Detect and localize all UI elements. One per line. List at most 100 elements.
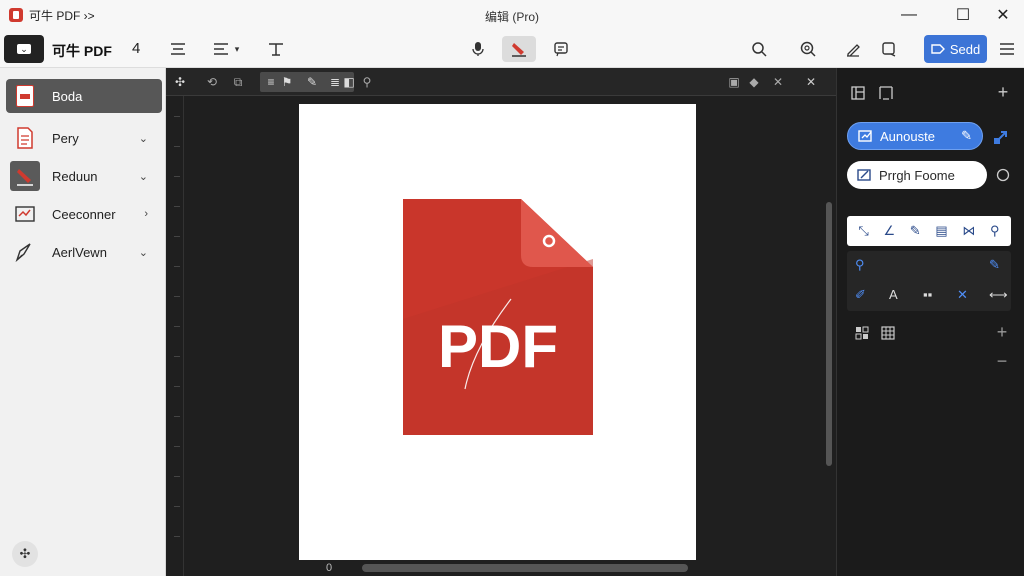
text-align-icon[interactable] [263, 36, 289, 62]
scroll-position: 0 [326, 562, 333, 574]
search-icon[interactable]: ⚲ [360, 73, 374, 91]
vertical-ruler [166, 96, 184, 576]
pen-icon[interactable]: ✎ [302, 73, 322, 91]
list-icon[interactable]: ≣ [328, 73, 342, 91]
highlight-icon[interactable] [502, 36, 536, 62]
table-icon[interactable] [879, 324, 897, 342]
title-bar: 可牛 PDF ›> 编辑 (Pro) — ☐ ✕ [0, 0, 1024, 30]
zoom-in-icon[interactable]: + [992, 322, 1012, 342]
sidebar-item-label: Boda [52, 88, 83, 104]
note-icon[interactable]: ▤ [935, 223, 947, 239]
canvas-toolbar: ✣ ⟲ ⧉ ≡ ⚑ ✎ ≣ ◧ ⚲ ▣ ◆ ✕ ✕ [166, 68, 836, 96]
settings-icon[interactable]: ✣ [12, 541, 38, 567]
eyedropper-icon[interactable]: ✎ [989, 257, 1000, 273]
grid-icon[interactable]: ▪▪ [923, 287, 932, 302]
flip-icon[interactable]: ⟷ [989, 287, 1008, 303]
list-dropdown-button[interactable]: ▾ [203, 36, 249, 62]
search-icon[interactable]: ⚲ [855, 257, 865, 273]
chevron-down-icon: ▾ [234, 43, 240, 54]
text-tool-icon[interactable]: A [889, 287, 898, 302]
chevron-down-icon: ⌄ [138, 132, 148, 145]
close-icon[interactable]: ✕ [770, 73, 786, 91]
pen-icon[interactable]: ✎ [910, 223, 921, 239]
shape-icon[interactable]: ⋈ [962, 223, 975, 239]
highlighter-icon [10, 161, 40, 191]
search-plus-icon[interactable] [795, 36, 821, 62]
brand-label: 可牛 PDF [52, 43, 112, 59]
sidebar-item-reduun[interactable]: Reduun ⌄ [6, 159, 162, 193]
chevron-right-icon: › [144, 208, 148, 220]
mic-icon[interactable] [465, 36, 491, 62]
annotate-label: Aunouste [880, 128, 935, 144]
list-icon [213, 43, 228, 55]
rotate-icon[interactable]: ⟲ [204, 73, 220, 91]
comment-icon[interactable] [548, 36, 574, 62]
menu-dropdown-button[interactable]: ⌄ [4, 35, 44, 63]
image-edit-icon [14, 201, 36, 227]
search-icon[interactable] [746, 36, 772, 62]
sidebar-item-label: Pery [52, 130, 79, 146]
text-icon[interactable]: ≡ [264, 73, 278, 91]
page-frame-button[interactable]: Prrgh Foome [847, 161, 987, 189]
share-icon[interactable] [876, 36, 902, 62]
pen-sign-icon [14, 239, 36, 265]
close-window-button[interactable]: ✕ [980, 0, 1024, 30]
flag-icon[interactable]: ⚑ [280, 73, 294, 91]
minimize-button[interactable]: — [886, 0, 932, 30]
page-number[interactable]: 4 [132, 40, 140, 57]
marker-icon[interactable]: ✐ [855, 287, 866, 303]
sidebar-item-label: Ceeconner [52, 206, 116, 222]
link-icon[interactable] [991, 127, 1011, 147]
snap-icon[interactable]: ✣ [172, 73, 188, 91]
crop-icon[interactable]: ⤡ [858, 223, 868, 239]
page-grid-icon[interactable] [853, 324, 871, 342]
tool-palette: ⚲ ✎ ✐ A ▪▪ ✕ ⟷ [847, 251, 1011, 311]
app-title[interactable]: 可牛 PDF ›> [29, 7, 95, 24]
app-logo-icon [9, 8, 23, 22]
sidebar-item-label: AerlVewn [52, 244, 107, 260]
annotation-tool-strip: ⤡ ∠ ✎ ▤ ⋈ ⚲ [847, 216, 1011, 246]
annotate-icon [858, 130, 872, 142]
left-sidebar: Boda Pery ⌄ Reduun ⌄ Ceeconner › AerlVew… [0, 68, 166, 576]
chevron-down-icon: ⌄ [138, 170, 148, 183]
sidebar-item-label: Reduun [52, 168, 98, 184]
copy-icon[interactable]: ⧉ [230, 73, 246, 91]
send-button[interactable]: Sedd [924, 35, 987, 63]
annotate-button[interactable]: Aunouste ✎ [847, 122, 983, 150]
sign-icon[interactable] [840, 36, 866, 62]
main-toolbar: ⌄ 可牛 PDF 4 ▾ Sedd [0, 30, 1024, 68]
align-icon[interactable] [165, 36, 191, 62]
right-panel: + Aunouste ✎ Prrgh Foome ⤡ ∠ ✎ ▤ ⋈ ⚲ ⚲ ✎… [836, 68, 1024, 576]
stamp-icon[interactable]: ⚲ [990, 223, 1000, 239]
line-icon[interactable]: ∠ [883, 223, 895, 239]
page-frame-label: Prrgh Foome [879, 167, 955, 183]
document-canvas: ✣ ⟲ ⧉ ≡ ⚑ ✎ ≣ ◧ ⚲ ▣ ◆ ✕ ✕ PDF 0 [166, 68, 836, 576]
sidebar-item-boda[interactable]: Boda [6, 79, 162, 113]
image-icon[interactable]: ▣ [726, 73, 742, 91]
frame-icon[interactable] [877, 84, 895, 102]
frame-edit-icon [857, 169, 871, 181]
tag-icon[interactable]: ◧ [342, 73, 356, 91]
horizontal-scrollbar[interactable] [362, 564, 688, 572]
vertical-scrollbar[interactable] [826, 202, 832, 466]
close-panel-icon[interactable]: ✕ [803, 73, 819, 91]
more-menu-icon[interactable] [994, 36, 1020, 62]
pdf-page[interactable]: PDF [299, 104, 696, 560]
pdf-doc-icon [14, 83, 36, 109]
zoom-out-icon[interactable]: − [992, 351, 1012, 371]
pin-icon[interactable]: ◆ [746, 73, 762, 91]
chevron-down-icon: ⌄ [17, 44, 31, 54]
window-title: 编辑 (Pro) [484, 10, 539, 24]
sidebar-item-ceeconner[interactable]: Ceeconner › [6, 197, 162, 231]
delete-icon[interactable]: ✕ [957, 287, 968, 303]
pdf-file-icon: PDF [403, 199, 593, 435]
pdf-label: PDF [438, 313, 558, 380]
circle-icon[interactable] [994, 166, 1012, 184]
sidebar-item-aerlvewn[interactable]: AerlVewn ⌄ [6, 235, 162, 269]
chevron-down-icon: ⌄ [138, 246, 148, 259]
document-icon [14, 125, 36, 151]
layout-icon[interactable] [849, 84, 867, 102]
add-icon[interactable]: + [993, 82, 1013, 102]
sidebar-item-pery[interactable]: Pery ⌄ [6, 121, 162, 155]
send-button-label: Sedd [949, 41, 981, 57]
